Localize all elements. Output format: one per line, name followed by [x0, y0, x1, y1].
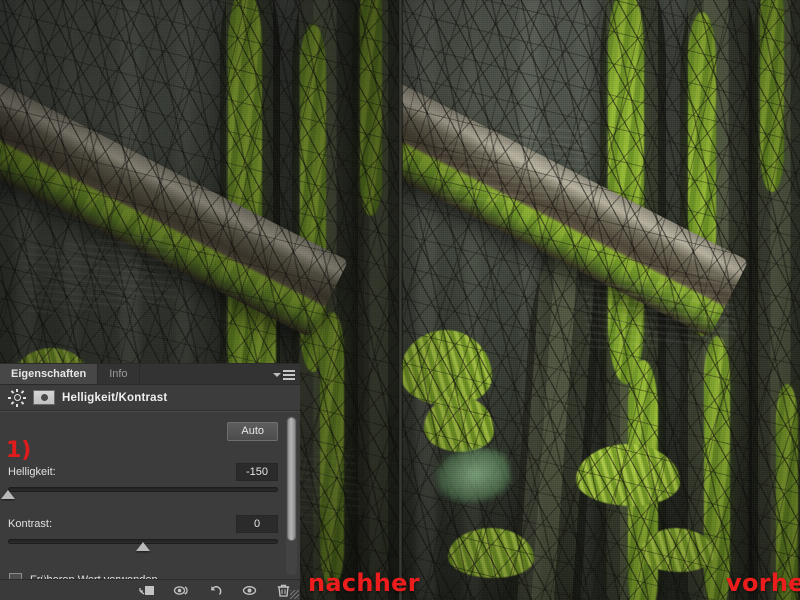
- panel-menu-icon[interactable]: [273, 368, 295, 381]
- layer-mask-thumbnail-icon[interactable]: [33, 390, 55, 405]
- contrast-slider[interactable]: [8, 537, 278, 553]
- auto-row: Auto: [0, 422, 300, 441]
- brightness-label: Helligkeit:: [8, 466, 56, 478]
- screenshot-root: nachher vorher Eigenschaften Info: [0, 0, 800, 600]
- contrast-label: Kontrast:: [8, 518, 53, 530]
- slider-track[interactable]: [8, 487, 278, 492]
- panel-header: Helligkeit/Kontrast: [0, 385, 300, 411]
- brightness-slider[interactable]: [1, 485, 278, 501]
- scrollbar-thumb[interactable]: [287, 417, 296, 542]
- before-image: [400, 0, 800, 600]
- before-annotation-label: vorher: [726, 569, 800, 597]
- clip-to-layer-icon[interactable]: [139, 583, 156, 598]
- slider-thumb[interactable]: [1, 490, 15, 499]
- image-divider: [398, 0, 403, 600]
- panel-title: Helligkeit/Kontrast: [62, 391, 168, 404]
- chevron-down-icon: [273, 372, 281, 377]
- contrast-row: Kontrast: 0: [0, 515, 300, 533]
- tab-eigenschaften[interactable]: Eigenschaften: [0, 364, 99, 384]
- view-previous-state-icon[interactable]: [173, 583, 190, 598]
- panel-toolbar: [0, 579, 300, 600]
- brightness-row: Helligkeit: -150: [0, 463, 300, 481]
- contrast-value-field[interactable]: 0: [236, 515, 278, 533]
- properties-panel: Eigenschaften Info Helligkeit/Kontrast A…: [0, 363, 300, 600]
- panel-tab-bar: Eigenschaften Info: [0, 364, 300, 385]
- tab-label: Eigenschaften: [11, 368, 87, 380]
- tab-info[interactable]: Info: [98, 364, 140, 384]
- toggle-visibility-icon[interactable]: [241, 583, 258, 598]
- panel-scrollbar[interactable]: [286, 416, 297, 575]
- tab-label: Info: [109, 368, 128, 380]
- hamburger-icon: [283, 369, 295, 380]
- auto-button[interactable]: Auto: [227, 422, 278, 441]
- brightness-contrast-icon: [8, 388, 26, 407]
- after-annotation-label: nachher: [308, 569, 420, 597]
- step-marker-annotation: 1): [6, 438, 32, 463]
- slider-thumb[interactable]: [136, 542, 150, 551]
- panel-body: Auto 1) Helligkeit: -150 Kontrast: 0: [0, 411, 300, 579]
- brightness-value-field[interactable]: -150: [236, 463, 278, 481]
- panel-resize-grip[interactable]: [290, 590, 299, 599]
- reset-icon[interactable]: [207, 583, 224, 598]
